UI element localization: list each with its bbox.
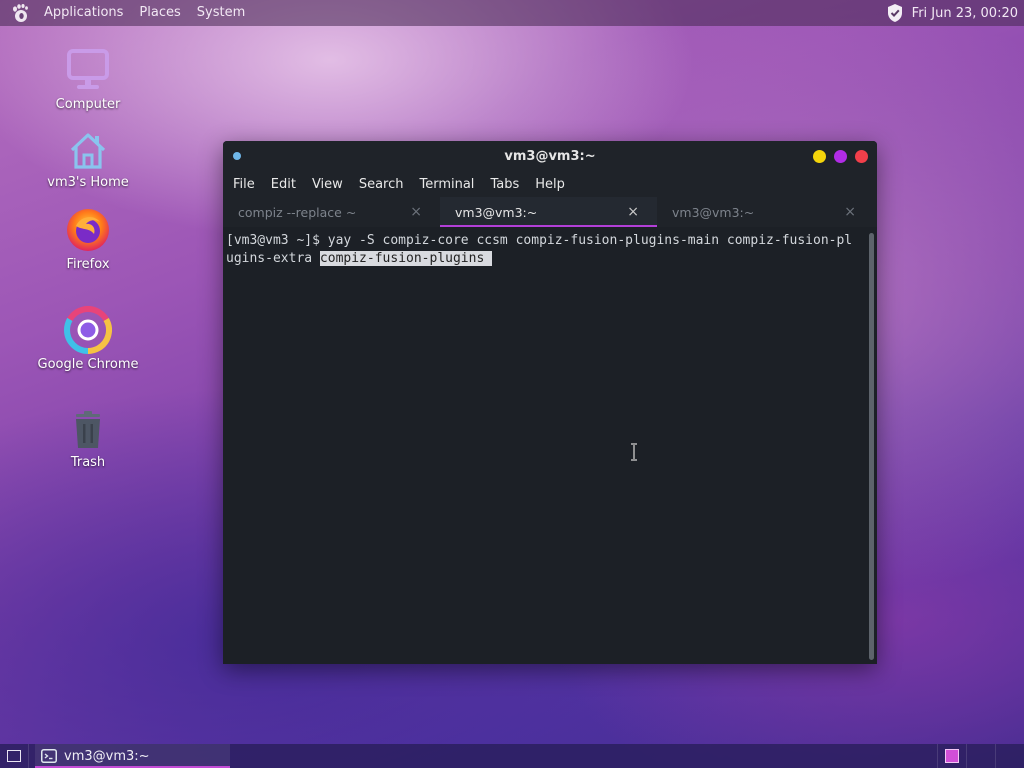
shield-icon[interactable] xyxy=(886,3,904,23)
workspace-indicator xyxy=(945,749,959,763)
tab-close-icon[interactable]: × xyxy=(627,204,639,220)
menu-places[interactable]: Places xyxy=(131,0,188,26)
show-desktop-button[interactable] xyxy=(0,744,29,768)
desktop-icon-home[interactable]: vm3's Home xyxy=(28,130,148,190)
desktop-icon-label: Google Chrome xyxy=(37,357,139,372)
menu-bar: File Edit View Search Terminal Tabs Help xyxy=(223,171,877,197)
window-menu-icon[interactable] xyxy=(233,152,241,160)
home-icon xyxy=(70,133,106,169)
workspace-3[interactable] xyxy=(995,744,1024,768)
window-title: vm3@vm3:~ xyxy=(504,148,596,164)
tab-close-icon[interactable]: × xyxy=(844,204,856,220)
menu-search[interactable]: Search xyxy=(351,177,412,192)
desktop-icon-label: Trash xyxy=(70,455,106,470)
desktop-icon-computer[interactable]: Computer xyxy=(28,46,148,112)
workspace-2[interactable] xyxy=(966,744,995,768)
taskbar-item-terminal[interactable]: vm3@vm3:~ xyxy=(35,744,230,768)
firefox-icon xyxy=(67,209,109,251)
desktop-icon-label: Firefox xyxy=(66,257,110,272)
menu-file[interactable]: File xyxy=(225,177,263,192)
workspace-1[interactable] xyxy=(937,744,966,768)
menu-terminal[interactable]: Terminal xyxy=(411,177,482,192)
close-button[interactable] xyxy=(855,150,868,163)
desktop-icon-label: vm3's Home xyxy=(47,175,129,190)
gnome-foot-icon[interactable] xyxy=(10,3,30,23)
desktop-icon-label: Computer xyxy=(55,97,121,112)
title-bar[interactable]: vm3@vm3:~ xyxy=(223,141,877,171)
trash-icon xyxy=(76,411,100,448)
tab-vm3[interactable]: vm3@vm3:~ × xyxy=(657,197,874,227)
top-panel: Applications Places System Fri Jun 23, 0… xyxy=(0,0,1024,26)
menu-system[interactable]: System xyxy=(189,0,253,26)
terminal-window[interactable]: vm3@vm3:~ File Edit View Search Terminal… xyxy=(223,141,877,664)
clock[interactable]: Fri Jun 23, 00:20 xyxy=(912,6,1018,21)
selected-text[interactable]: compiz-fusion-plugins xyxy=(319,251,493,266)
menu-tabs[interactable]: Tabs xyxy=(482,177,527,192)
terminal-text: ugins-extra xyxy=(226,251,320,266)
show-desktop-icon xyxy=(7,750,21,762)
scrollbar[interactable] xyxy=(869,233,874,660)
desktop-icon-google-chrome[interactable]: Google Chrome xyxy=(28,306,148,372)
tab-bar: compiz --replace ~ × vm3@vm3:~ × vm3@vm3… xyxy=(223,197,877,227)
terminal-output[interactable]: [vm3@vm3 ~]$ yay -S compiz-core ccsm com… xyxy=(223,227,877,664)
taskbar-item-label: vm3@vm3:~ xyxy=(64,748,150,764)
window-controls xyxy=(813,150,868,163)
terminal-line: ugins-extra compiz-fusion-plugins xyxy=(226,250,861,268)
menu-view[interactable]: View xyxy=(304,177,351,192)
menu-help[interactable]: Help xyxy=(527,177,573,192)
desktop-icon-firefox[interactable]: Firefox xyxy=(28,206,148,272)
terminal-icon xyxy=(41,749,57,763)
bottom-panel: vm3@vm3:~ xyxy=(0,744,1024,768)
workspace-indicator xyxy=(1003,749,1017,763)
workspace-indicator xyxy=(974,749,988,763)
text-cursor-icon xyxy=(631,443,637,461)
tab-label: vm3@vm3:~ xyxy=(455,204,538,220)
tab-vm3-active[interactable]: vm3@vm3:~ × xyxy=(440,197,657,227)
terminal-line: [vm3@vm3 ~]$ yay -S compiz-core ccsm com… xyxy=(226,233,853,248)
desktop-icon-trash[interactable]: Trash xyxy=(28,410,148,470)
menu-edit[interactable]: Edit xyxy=(263,177,304,192)
menu-applications[interactable]: Applications xyxy=(36,0,131,26)
tab-close-icon[interactable]: × xyxy=(410,204,422,220)
computer-icon xyxy=(67,49,109,89)
maximize-button[interactable] xyxy=(834,150,847,163)
tab-label: compiz --replace ~ xyxy=(238,204,357,220)
tab-compiz-replace[interactable]: compiz --replace ~ × xyxy=(223,197,440,227)
minimize-button[interactable] xyxy=(813,150,826,163)
tab-label: vm3@vm3:~ xyxy=(672,204,755,220)
chrome-icon xyxy=(64,306,112,354)
